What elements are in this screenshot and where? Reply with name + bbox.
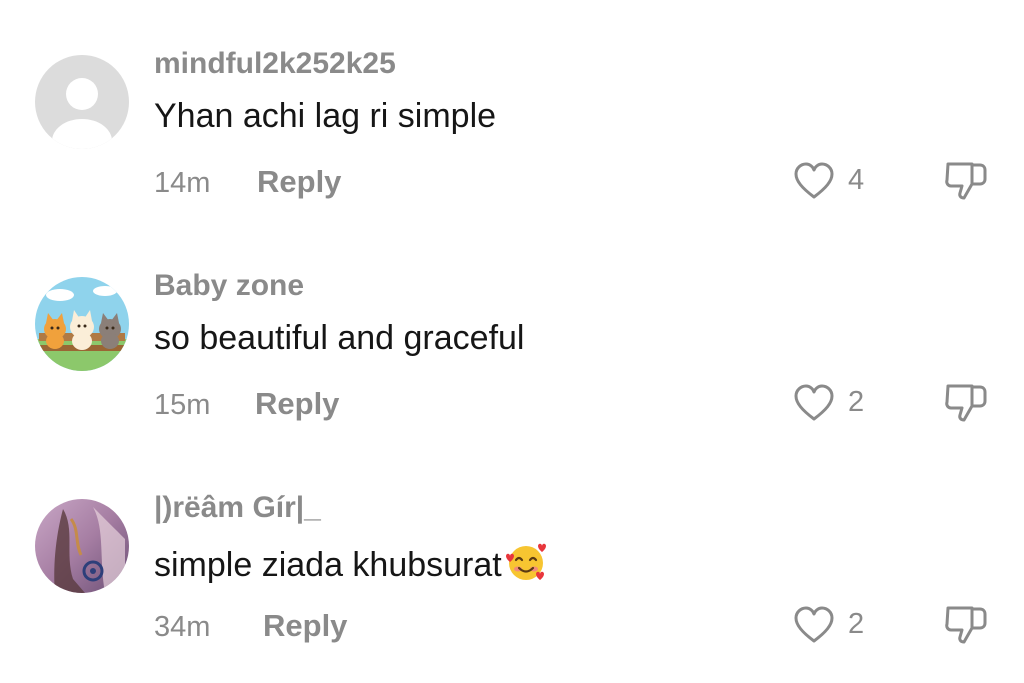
- comment-username[interactable]: |)rëâm Gír|_: [154, 490, 321, 526]
- comment-timestamp: 34m: [154, 611, 211, 643]
- comment-text: Yhan achi lag ri simple: [154, 97, 497, 135]
- comment-username[interactable]: Baby zone: [154, 268, 304, 304]
- heart-icon: [794, 606, 834, 643]
- avatar[interactable]: [35, 55, 129, 149]
- comment-text-content: simple ziada khubsurat: [154, 546, 502, 584]
- comment-item: Baby zone so beautiful and graceful 15m …: [0, 223, 1024, 433]
- avatar[interactable]: [35, 499, 129, 593]
- comment-text: so beautiful and graceful: [154, 319, 525, 357]
- avatar[interactable]: [35, 277, 129, 371]
- photo-avatar-icon: [35, 499, 129, 593]
- like-count: 2: [848, 386, 865, 418]
- comment-timestamp: 15m: [154, 389, 211, 421]
- thumbs-down-icon: [945, 606, 987, 644]
- dislike-button[interactable]: [942, 158, 990, 206]
- comment-item: mindful2k252k25 Yhan achi lag ri simple …: [0, 0, 1024, 210]
- reply-button[interactable]: Reply: [263, 608, 347, 644]
- reply-button[interactable]: Reply: [257, 164, 341, 200]
- like-count: 2: [848, 608, 865, 640]
- like-count: 4: [848, 164, 865, 196]
- dislike-button[interactable]: [942, 602, 990, 650]
- comment-item: |)rëâm Gír|_ simple ziada khubsurat 34m …: [0, 446, 1024, 656]
- reply-button[interactable]: Reply: [255, 386, 339, 422]
- thumbs-down-icon: [945, 162, 987, 200]
- comment-timestamp: 14m: [154, 167, 211, 199]
- heart-icon: [794, 384, 834, 421]
- comment-text: simple ziada khubsurat: [154, 540, 548, 593]
- cartoon-cats-avatar-icon: [35, 277, 129, 371]
- default-avatar-icon: [35, 55, 129, 149]
- heart-icon: [794, 162, 834, 199]
- thumbs-down-icon: [945, 384, 987, 422]
- comment-username[interactable]: mindful2k252k25: [154, 46, 396, 82]
- smiling-face-with-hearts-emoji-icon: [504, 540, 548, 593]
- dislike-button[interactable]: [942, 380, 990, 428]
